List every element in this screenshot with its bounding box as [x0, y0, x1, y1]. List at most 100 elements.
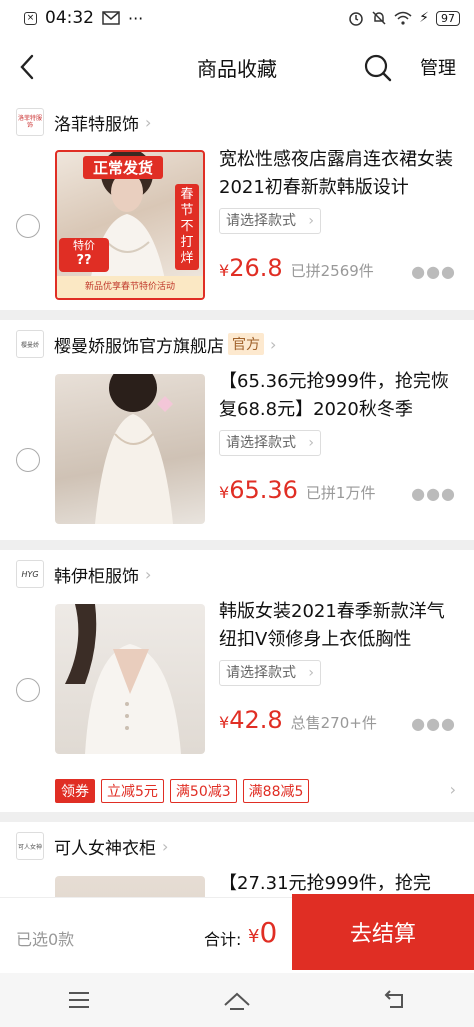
product-title[interactable]: 韩版女装2021春季新款洋气纽扣V领修身上衣低胸性 — [219, 598, 459, 654]
shop-logo-text: HYG — [21, 569, 39, 579]
sold-count: 总售270+件 — [290, 714, 377, 732]
total-value: 0 — [259, 916, 278, 949]
shop-header[interactable]: 樱曼娇 樱曼娇服饰官方旗舰店 官方 › — [0, 320, 474, 368]
alarm-icon — [349, 12, 363, 26]
notification-x-icon: × — [24, 11, 37, 25]
product-image[interactable]: 正常发货 春节不打烊 特价?? 新品优享春节特价活动 — [55, 150, 205, 300]
shop-header[interactable]: HYG 韩伊柜服饰 › — [0, 550, 474, 598]
spec-selector[interactable]: 请选择款式 › — [219, 660, 321, 686]
select-radio[interactable] — [16, 214, 40, 238]
wifi-icon — [394, 11, 412, 25]
sale-badge: 特价?? — [59, 238, 109, 272]
total-label: 合计: — [204, 930, 242, 949]
product-price: ¥ 42.8 总售270+件 — [219, 706, 377, 734]
favorites-page: × 04:32 ··· ⚡ 97 商品收藏 管理 洛菲特服饰 洛菲特服饰 › 正… — [0, 0, 474, 1027]
shop-logo: 洛菲特服饰 — [16, 108, 44, 136]
home-icon[interactable] — [222, 985, 252, 1015]
chevron-right-icon: › — [449, 780, 456, 799]
shop-header[interactable]: 可人女神 可人女神衣柜 › — [0, 822, 474, 870]
shop-card: 樱曼娇 樱曼娇服饰官方旗舰店 官方 › 【65.36元抢999件，抢完恢复68.… — [0, 320, 474, 540]
product-image[interactable] — [55, 604, 205, 754]
charging-icon: ⚡ — [419, 10, 429, 26]
page-title: 商品收藏 — [197, 56, 277, 81]
chevron-right-icon: › — [308, 665, 314, 681]
price-value: 26.8 — [229, 254, 283, 282]
nav-bar: 商品收藏 管理 — [0, 36, 474, 98]
spec-selector-label: 请选择款式 — [226, 665, 296, 681]
shipping-banner: 正常发货 — [83, 156, 164, 179]
menu-icon[interactable] — [64, 985, 94, 1015]
currency-symbol: ¥ — [219, 483, 230, 502]
shop-name[interactable]: 樱曼娇服饰官方旗舰店 — [54, 332, 224, 357]
holiday-side-banner: 春节不打烊 — [175, 184, 199, 270]
shop-logo: HYG — [16, 560, 44, 588]
sold-count: 已拼2569件 — [290, 262, 374, 280]
product-title[interactable]: 宽松性感夜店露肩连衣裙女装2021初春新款韩版设计 — [219, 146, 459, 202]
checkout-bar: 已选0款 合计: ¥ 0 去结算 — [0, 894, 474, 973]
chevron-right-icon: › — [308, 213, 314, 229]
currency-symbol: ¥ — [219, 713, 230, 732]
model-photo-graphic — [65, 604, 181, 754]
selected-count: 已选0款 — [16, 930, 75, 949]
more-options-icon[interactable]: ●●● — [411, 714, 456, 733]
product-image[interactable] — [55, 374, 205, 524]
favorites-list: 洛菲特服饰 洛菲特服饰 › 正常发货 春节不打烊 特价 ?? 新品优享春节特价活… — [0, 98, 474, 1026]
more-notifications-icon: ··· — [128, 8, 144, 28]
shop-card: 洛菲特服饰 洛菲特服饰 › 正常发货 春节不打烊 特价 ?? 新品优享春节特价活… — [0, 98, 474, 310]
back-nav-icon[interactable] — [380, 985, 410, 1015]
promo-tag: 立减5元 — [101, 779, 164, 803]
shop-logo-text: 樱曼娇 — [20, 341, 39, 349]
product-price: ¥ 26.8 已拼2569件 — [219, 254, 374, 282]
more-options-icon[interactable]: ●●● — [411, 262, 456, 281]
spec-selector[interactable]: 请选择款式 › — [219, 208, 321, 234]
product-price: ¥ 65.36 已拼1万件 — [219, 476, 375, 504]
promo-footer: 新品优享春节特价活动 — [57, 276, 203, 298]
select-radio[interactable] — [16, 448, 40, 472]
search-icon[interactable] — [362, 52, 394, 84]
sale-badge-text: 特价 — [73, 239, 95, 252]
product-item[interactable]: 【65.36元抢999件，抢完恢复68.8元】2020秋冬季 请选择款式 › ¥… — [0, 368, 474, 540]
status-bar: × 04:32 ··· ⚡ 97 — [0, 0, 474, 36]
coupon-button[interactable]: 领券 — [55, 779, 95, 803]
official-badge: 官方 — [228, 333, 264, 355]
shop-logo: 可人女神 — [16, 832, 44, 860]
promo-row[interactable]: 领券 立减5元 满50减3 满88减5 › — [0, 770, 474, 812]
shop-logo-text: 可人女神 — [17, 843, 42, 851]
spec-selector-label: 请选择款式 — [226, 213, 296, 229]
chevron-right-icon: › — [308, 435, 314, 451]
currency-symbol: ¥ — [248, 926, 260, 947]
spec-selector[interactable]: 请选择款式 › — [219, 430, 321, 456]
price-value: 42.8 — [229, 706, 283, 734]
battery-icon: 97 — [436, 10, 460, 26]
product-item[interactable]: 韩版女装2021春季新款洋气纽扣V领修身上衣低胸性 请选择款式 › ¥ 42.8… — [0, 598, 474, 770]
shop-name[interactable]: 可人女神衣柜 — [54, 834, 156, 859]
sold-count: 已拼1万件 — [305, 484, 376, 502]
model-photo-graphic — [95, 374, 173, 524]
shop-logo: 樱曼娇 — [16, 330, 44, 358]
shop-logo-text: 洛菲特服饰 — [17, 115, 42, 129]
currency-symbol: ¥ — [219, 261, 230, 280]
chevron-right-icon: › — [270, 334, 277, 354]
product-title[interactable]: 【65.36元抢999件，抢完恢复68.8元】2020秋冬季 — [219, 368, 459, 424]
chevron-right-icon: › — [145, 564, 152, 584]
system-nav-bar — [0, 973, 474, 1027]
chevron-right-icon: › — [162, 836, 169, 856]
chevron-right-icon: › — [145, 112, 152, 132]
total-price: ¥ 0 — [248, 916, 277, 949]
product-item[interactable]: 正常发货 春节不打烊 特价?? 新品优享春节特价活动 宽松性感夜店露肩连衣裙女装… — [0, 146, 474, 310]
spec-selector-label: 请选择款式 — [226, 435, 296, 451]
mail-icon — [102, 11, 120, 25]
price-value: 65.36 — [229, 476, 298, 504]
shop-card: HYG 韩伊柜服饰 › 韩版女装2021春季新款洋气纽扣V领修身上衣低胸性 请选… — [0, 550, 474, 812]
promo-tag: 满50减3 — [169, 779, 237, 803]
manage-button[interactable]: 管理 — [420, 54, 456, 80]
mute-icon — [372, 11, 386, 25]
shop-name[interactable]: 韩伊柜服饰 — [54, 562, 139, 587]
select-radio[interactable] — [16, 678, 40, 702]
promo-tag: 满88减5 — [242, 779, 310, 803]
more-options-icon[interactable]: ●●● — [411, 484, 456, 503]
status-time: 04:32 — [45, 8, 94, 28]
shop-header[interactable]: 洛菲特服饰 洛菲特服饰 › — [0, 98, 474, 146]
checkout-button[interactable]: 去结算 — [292, 894, 474, 970]
shop-name[interactable]: 洛菲特服饰 — [54, 110, 139, 135]
